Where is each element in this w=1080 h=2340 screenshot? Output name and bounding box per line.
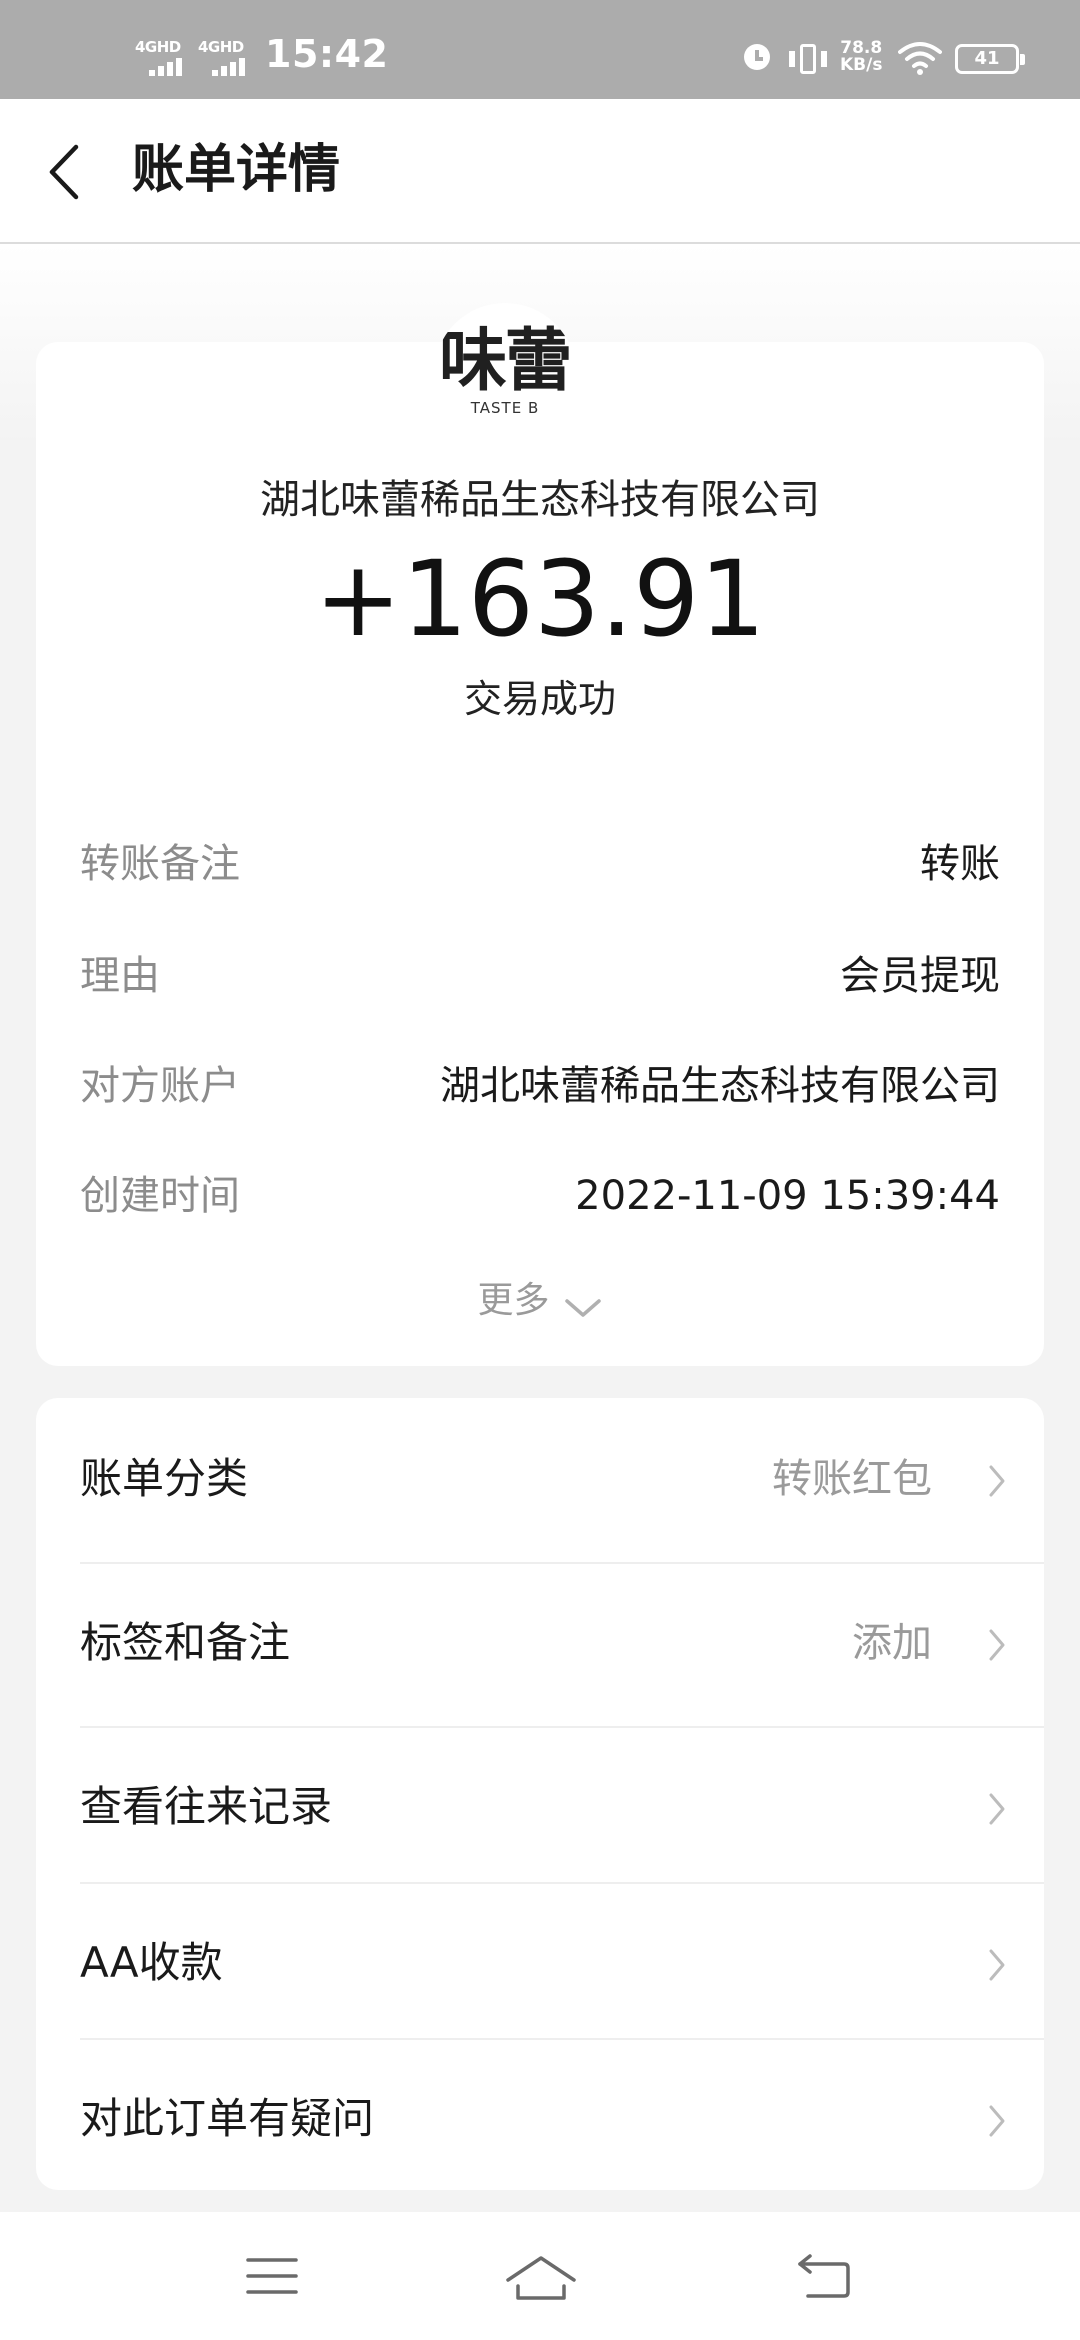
payer-name: 湖北味蕾稀品生态科技有限公司 [260, 477, 820, 523]
menu-item-label: AA收款 [80, 1938, 223, 1987]
menu-item-label: 标签和备注 [80, 1618, 291, 1667]
system-nav-bar [0, 2212, 1080, 2340]
menu-item-aa-collection[interactable]: AA收款 [36, 1908, 1044, 2018]
status-bar: 4GHD 4GHD 15:42 78.8 KB/s 41 [0, 0, 1080, 99]
wifi-icon [898, 42, 942, 75]
merchant-logo: 味蕾 TASTE B [434, 303, 576, 445]
detail-value: 湖北味蕾稀品生态科技有限公司 [440, 1063, 1000, 1109]
divider [80, 2038, 1044, 2040]
alarm-icon [744, 44, 770, 70]
detail-row-remark: 转账备注 转账 [80, 834, 1000, 894]
divider [80, 1562, 1044, 1564]
network-speed: 78.8 KB/s [840, 40, 882, 74]
transaction-status: 交易成功 [463, 677, 616, 721]
detail-label: 创建时间 [80, 1173, 240, 1219]
menu-item-label: 账单分类 [80, 1454, 249, 1503]
logo-subtext: TASTE B [470, 399, 540, 417]
home-icon[interactable] [504, 2254, 578, 2304]
menu-item-order-question[interactable]: 对此订单有疑问 [36, 2064, 1044, 2174]
page-title: 账单详情 [132, 140, 341, 200]
status-time: 15:42 [265, 32, 389, 76]
chevron-right-icon [989, 1629, 1005, 1661]
chevron-right-icon [989, 2105, 1005, 2137]
top-nav-bar: 账单详情 [0, 99, 1080, 244]
menu-item-label: 查看往来记录 [80, 1782, 333, 1831]
detail-label: 理由 [80, 953, 160, 999]
detail-row-reason: 理由 会员提现 [80, 946, 1000, 1006]
detail-label: 转账备注 [80, 841, 240, 887]
back-arrow-icon[interactable] [42, 143, 90, 201]
detail-label: 对方账户 [80, 1063, 240, 1109]
menu-item-value: 添加 [852, 1620, 932, 1666]
menu-item-label: 对此订单有疑问 [80, 2094, 375, 2143]
signal-bars-icon [212, 56, 254, 76]
menu-item-transaction-history[interactable]: 查看往来记录 [36, 1752, 1044, 1862]
back-icon[interactable] [794, 2254, 854, 2302]
battery-icon: 41 [955, 44, 1025, 74]
more-button[interactable]: 更多 [477, 1276, 602, 1326]
menu-item-value: 转账红包 [772, 1456, 932, 1502]
divider [80, 1882, 1044, 1884]
detail-value: 转账 [920, 841, 1000, 887]
transaction-amount: +163.91 [314, 538, 766, 660]
network-speed-unit: KB/s [840, 55, 883, 75]
network-type-label: 4GHD [198, 38, 244, 56]
detail-row-counterparty: 对方账户 湖北味蕾稀品生态科技有限公司 [80, 1056, 1000, 1116]
network-type-label: 4GHD [135, 38, 181, 56]
chevron-right-icon [989, 1465, 1005, 1497]
detail-row-created-time: 创建时间 2022-11-09 15:39:44 [80, 1166, 1000, 1226]
chevron-down-icon [564, 1298, 601, 1317]
chevron-right-icon [989, 1949, 1005, 1981]
vibrate-icon [789, 44, 827, 74]
battery-level: 41 [974, 48, 1000, 69]
more-label: 更多 [477, 1280, 550, 1321]
divider [80, 1726, 1044, 1728]
logo-text: 味蕾 [438, 321, 573, 401]
menu-item-bill-category[interactable]: 账单分类 转账红包 [36, 1424, 1044, 1534]
menu-item-tags-notes[interactable]: 标签和备注 添加 [36, 1588, 1044, 1698]
chevron-right-icon [989, 1793, 1005, 1825]
more-toggle-row: 更多 [0, 1276, 1080, 1326]
menu-icon[interactable] [244, 2254, 300, 2298]
detail-value: 2022-11-09 15:39:44 [575, 1173, 1000, 1219]
signal-bars-icon [149, 56, 191, 76]
detail-value: 会员提现 [840, 953, 1000, 999]
